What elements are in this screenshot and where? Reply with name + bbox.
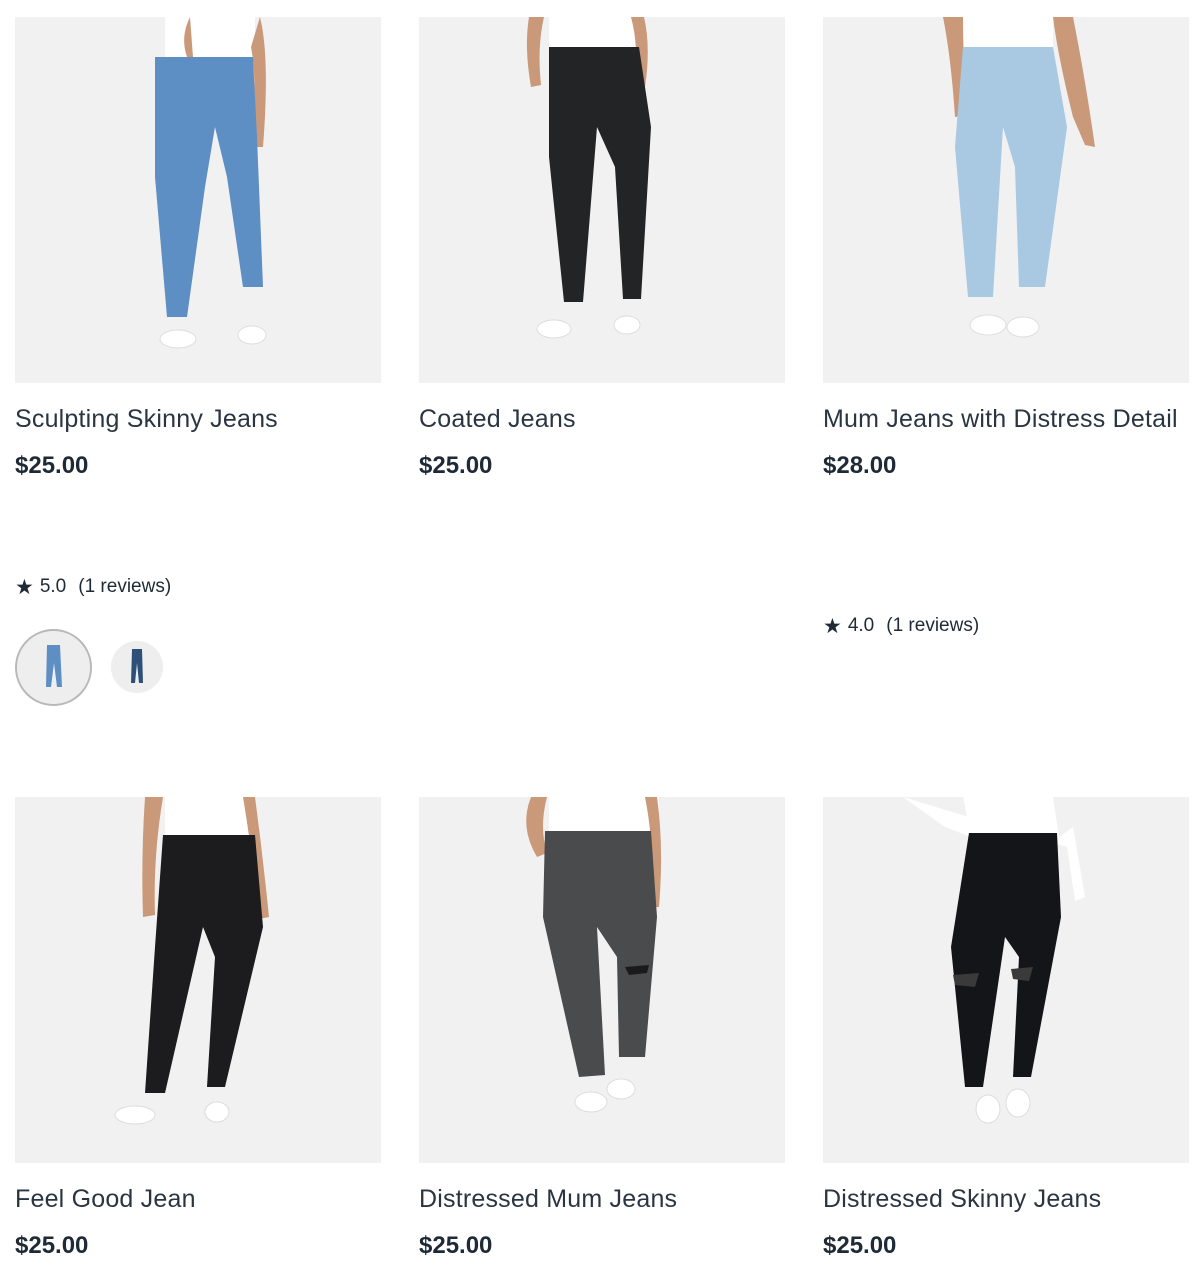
jeans-black-ripped-icon: [903, 797, 1085, 1124]
product-card[interactable]: Distressed Skinny Jeans $25.00: [823, 797, 1189, 1261]
product-price: $25.00: [823, 1232, 897, 1259]
rating-value: 5.0: [39, 576, 67, 597]
product-image[interactable]: [15, 797, 381, 1163]
product-title[interactable]: Sculpting Skinny Jeans: [15, 400, 381, 439]
color-swatch-mid-blue[interactable]: [15, 629, 92, 706]
product-price: $25.00: [419, 452, 493, 479]
product-card[interactable]: Mum Jeans with Distress Detail $28.00: [823, 17, 1189, 481]
product-card[interactable]: Sculpting Skinny Jeans $25.00: [15, 17, 381, 481]
jeans-light-blue-icon: [943, 17, 1095, 338]
product-image[interactable]: [15, 17, 381, 383]
product-price: $25.00: [15, 1232, 89, 1259]
star-icon: ★: [15, 575, 34, 599]
review-count: (1 reviews): [78, 576, 172, 597]
product-title[interactable]: Distressed Skinny Jeans: [823, 1180, 1189, 1219]
product-rating: ★ 5.0 (1 reviews): [15, 576, 171, 598]
product-title[interactable]: Feel Good Jean: [15, 1180, 381, 1219]
product-image[interactable]: [419, 797, 785, 1163]
star-icon: ★: [823, 614, 842, 638]
jeans-mid-blue-icon: [155, 17, 267, 349]
jeans-charcoal-icon: [526, 797, 662, 1113]
product-card[interactable]: Distressed Mum Jeans $25.00: [419, 797, 785, 1261]
product-title[interactable]: Distressed Mum Jeans: [419, 1180, 785, 1219]
product-price: $25.00: [419, 1232, 493, 1259]
product-image[interactable]: [823, 797, 1189, 1163]
product-title[interactable]: Coated Jeans: [419, 400, 785, 439]
rating-value: 4.0: [847, 615, 875, 636]
product-image[interactable]: [419, 17, 785, 383]
jeans-black-coated-icon: [526, 17, 651, 339]
jeans-black-icon: [114, 797, 269, 1125]
product-card[interactable]: Feel Good Jean $25.00: [15, 797, 381, 1261]
product-card[interactable]: Coated Jeans $25.00: [419, 17, 785, 481]
product-price: $25.00: [15, 452, 89, 479]
product-image[interactable]: [823, 17, 1189, 383]
jeans-swatch-icon: [111, 641, 163, 693]
jeans-swatch-icon: [17, 631, 90, 704]
color-swatch-dark-blue[interactable]: [111, 641, 163, 693]
product-price: $28.00: [823, 452, 897, 479]
product-rating: ★ 4.0 (1 reviews): [823, 615, 979, 637]
product-title[interactable]: Mum Jeans with Distress Detail: [823, 400, 1189, 439]
review-count: (1 reviews): [886, 615, 980, 636]
